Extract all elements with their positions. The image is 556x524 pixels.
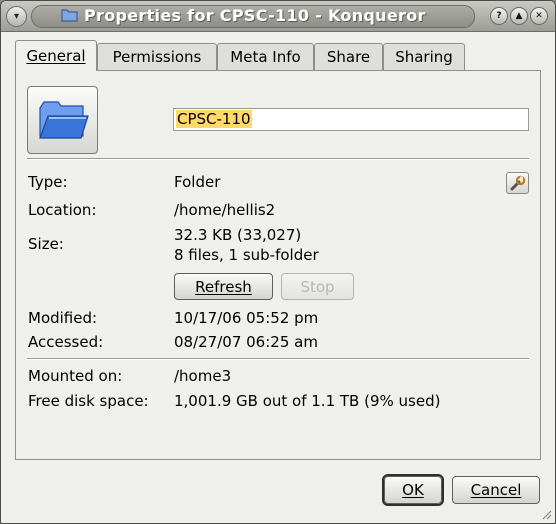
help-button[interactable]: ? xyxy=(490,7,508,25)
cancel-button-label: Cancel xyxy=(470,481,522,499)
mounted-value: /home3 xyxy=(174,367,232,385)
minimize-icon: ▲ xyxy=(515,11,523,21)
tab-label: General xyxy=(26,47,86,65)
tab-label: Meta Info xyxy=(230,48,301,66)
name-input-value: CPSC-110 xyxy=(176,110,252,128)
help-icon: ? xyxy=(496,11,502,21)
size-label: Size: xyxy=(28,235,64,253)
title-bar[interactable]: ▾ Properties for CPSC-110 - Konqueror ? … xyxy=(1,1,555,32)
tab-meta-info[interactable]: Meta Info xyxy=(217,43,314,70)
divider xyxy=(27,158,529,160)
size-detail: 8 files, 1 sub-folder xyxy=(174,246,319,264)
stop-button: Stop xyxy=(281,273,354,300)
ok-button[interactable]: OK xyxy=(384,476,442,504)
tab-label: Sharing xyxy=(395,48,453,66)
modified-label: Modified: xyxy=(28,309,98,327)
tab-permissions[interactable]: Permissions xyxy=(97,43,217,70)
window-menu-button[interactable]: ▾ xyxy=(6,6,27,27)
properties-dialog: ▾ Properties for CPSC-110 - Konqueror ? … xyxy=(0,0,556,524)
location-label: Location: xyxy=(28,201,97,219)
refresh-button-label: Refresh xyxy=(195,277,252,296)
minimize-button[interactable]: ▲ xyxy=(510,7,528,25)
free-space-value: 1,001.9 GB out of 1.1 TB (9% used) xyxy=(174,392,441,410)
window-title: Properties for CPSC-110 - Konqueror xyxy=(84,6,426,25)
wrench-icon xyxy=(510,175,526,190)
mounted-label: Mounted on: xyxy=(28,367,123,385)
ok-button-label: OK xyxy=(402,481,424,499)
type-value: Folder xyxy=(174,173,221,191)
refresh-button[interactable]: Refresh xyxy=(174,273,273,300)
tab-general[interactable]: General xyxy=(15,40,97,71)
folder-icon-button[interactable] xyxy=(27,86,98,154)
close-button[interactable]: ✕ xyxy=(530,7,548,25)
accessed-label: Accessed: xyxy=(28,333,104,351)
location-value: /home/hellis2 xyxy=(174,201,276,219)
tab-label: Permissions xyxy=(112,48,202,66)
size-value: 32.3 KB (33,027) xyxy=(174,226,302,244)
modified-value: 10/17/06 05:52 pm xyxy=(174,309,319,327)
name-input[interactable]: CPSC-110 xyxy=(173,108,529,131)
accessed-value: 08/27/07 06:25 am xyxy=(174,333,318,351)
stop-button-label: Stop xyxy=(300,277,335,296)
folder-icon xyxy=(38,101,89,139)
cancel-button[interactable]: Cancel xyxy=(452,476,540,504)
free-space-label: Free disk space: xyxy=(28,392,149,410)
resize-grip-icon[interactable] xyxy=(542,510,552,520)
tab-label: Share xyxy=(326,48,371,66)
folder-icon xyxy=(61,9,78,22)
tab-share[interactable]: Share xyxy=(314,43,383,70)
edit-file-type-button[interactable] xyxy=(506,172,529,194)
tab-sharing[interactable]: Sharing xyxy=(383,43,465,70)
type-label: Type: xyxy=(28,173,68,191)
divider xyxy=(27,358,529,360)
chevron-down-icon: ▾ xyxy=(13,11,20,22)
close-icon: ✕ xyxy=(535,11,543,21)
